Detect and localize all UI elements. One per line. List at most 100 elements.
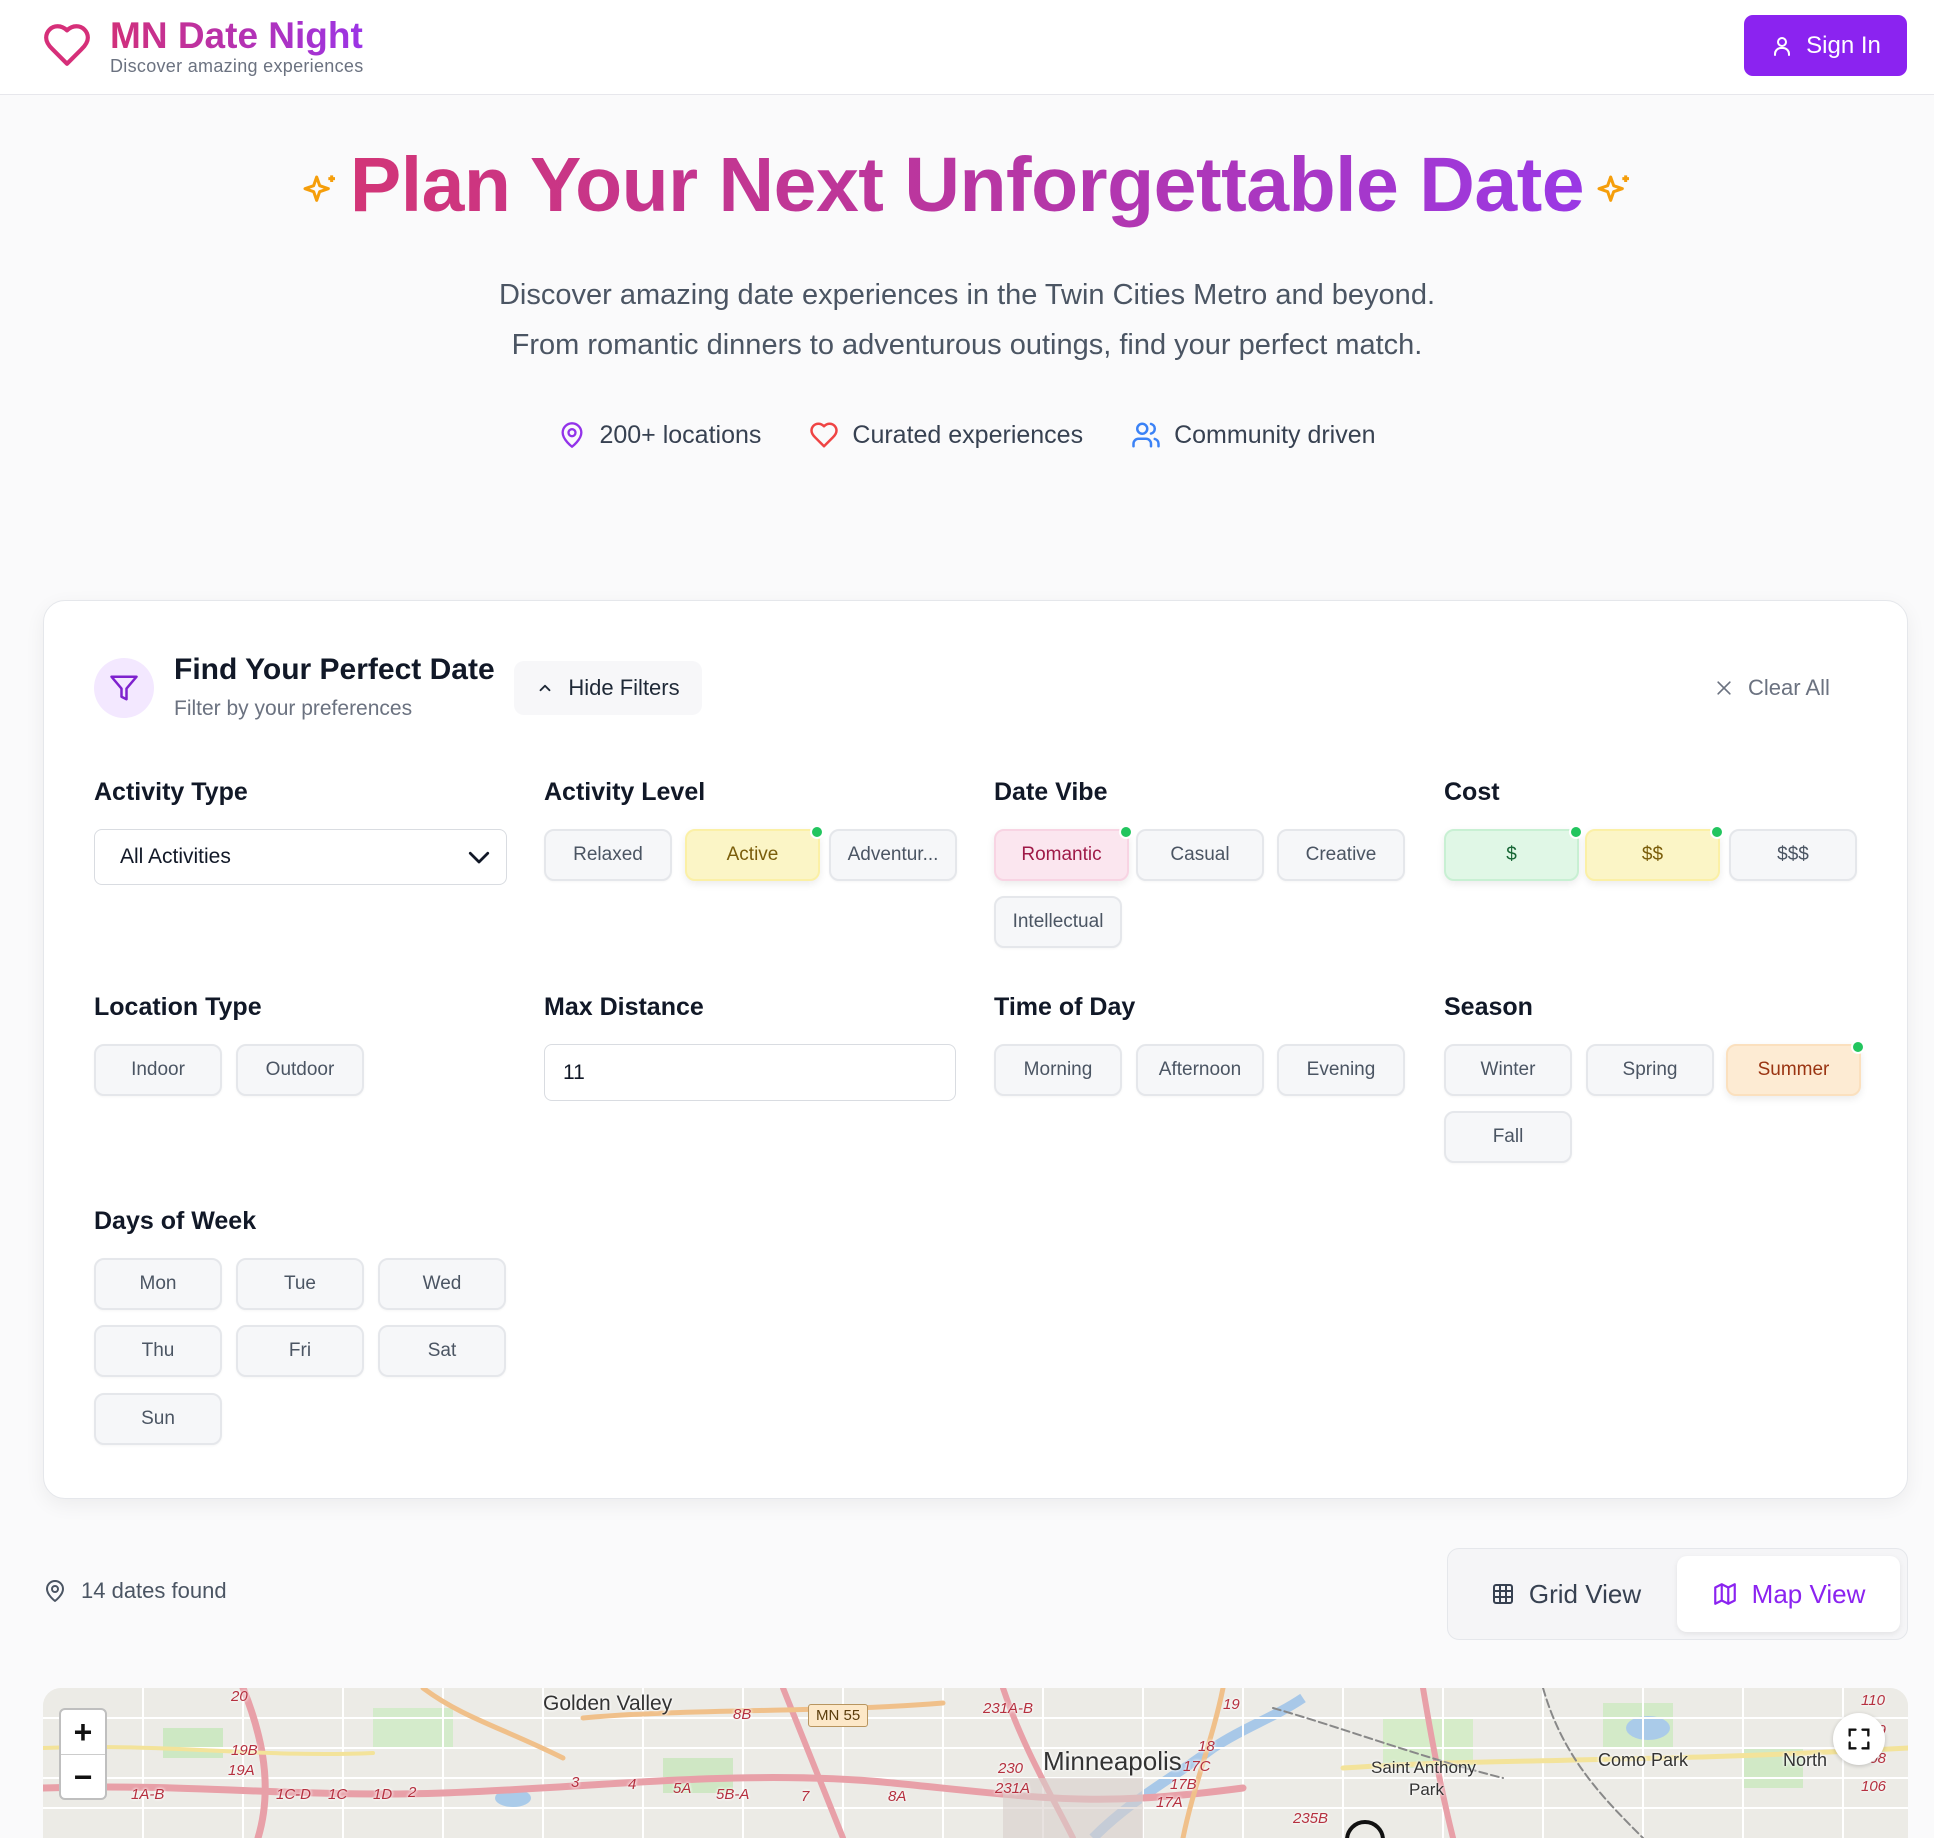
chip-outdoor[interactable]: Outdoor bbox=[236, 1044, 364, 1096]
road-label: 5B-A bbox=[716, 1786, 750, 1803]
road-label: 1D bbox=[373, 1786, 393, 1803]
map-view-button[interactable]: Map View bbox=[1677, 1556, 1900, 1632]
chip-adventurous[interactable]: Adventur... bbox=[829, 829, 957, 881]
filter-badge bbox=[94, 658, 154, 718]
cost-label: Cost bbox=[1444, 778, 1500, 806]
chevron-up-icon bbox=[539, 684, 551, 692]
chip-tue[interactable]: Tue bbox=[236, 1258, 364, 1310]
stat-locations: 200+ locations bbox=[558, 421, 761, 450]
road-label: 18 bbox=[1198, 1738, 1215, 1755]
chip-wed[interactable]: Wed bbox=[378, 1258, 506, 1310]
map-label-park: Park bbox=[1409, 1780, 1444, 1799]
clear-all-button[interactable]: Clear All bbox=[1714, 661, 1830, 715]
filter-title: Find Your Perfect Date bbox=[174, 653, 495, 686]
road-label: 235B bbox=[1293, 1810, 1329, 1827]
chip-casual[interactable]: Casual bbox=[1136, 829, 1264, 881]
road-label: 19 bbox=[1223, 1696, 1240, 1713]
road-label: 7 bbox=[801, 1788, 810, 1805]
filter-panel: Find Your Perfect Date Filter by your pr… bbox=[43, 600, 1908, 1499]
chip-mon[interactable]: Mon bbox=[94, 1258, 222, 1310]
hide-filters-button[interactable]: Hide Filters bbox=[514, 661, 702, 715]
chip-sun[interactable]: Sun bbox=[94, 1393, 222, 1445]
map-label-north: North bbox=[1783, 1750, 1828, 1770]
selected-dot bbox=[810, 825, 824, 839]
max-distance-input[interactable] bbox=[544, 1044, 956, 1101]
chip-winter[interactable]: Winter bbox=[1444, 1044, 1572, 1096]
chip-intellectual[interactable]: Intellectual bbox=[994, 896, 1122, 948]
road-label: 17A bbox=[1156, 1794, 1183, 1811]
road-label: 19B bbox=[231, 1742, 258, 1759]
fullscreen-button[interactable] bbox=[1833, 1713, 1885, 1765]
road-label: 20 bbox=[231, 1688, 248, 1705]
road-label: 230 bbox=[998, 1760, 1024, 1777]
users-icon bbox=[1132, 422, 1160, 448]
selected-dot bbox=[1851, 1040, 1865, 1054]
chip-evening[interactable]: Evening bbox=[1277, 1044, 1405, 1096]
heart-logo-icon[interactable] bbox=[42, 20, 92, 70]
zoom-out-button[interactable]: − bbox=[61, 1755, 105, 1798]
zoom-control: + − bbox=[59, 1708, 107, 1800]
hero-stats: 200+ locations Curated experiences Commu… bbox=[0, 415, 1934, 455]
map-label-golden-valley: Golden Valley bbox=[543, 1692, 673, 1715]
selected-dot bbox=[1710, 825, 1724, 839]
funnel-icon bbox=[110, 675, 138, 701]
map-label-minneapolis: Minneapolis bbox=[1043, 1746, 1182, 1776]
road-label: 1C-D bbox=[276, 1786, 312, 1803]
grid-view-button[interactable]: Grid View bbox=[1456, 1556, 1676, 1632]
road-label: 106 bbox=[1861, 1778, 1887, 1795]
sparkle-icon bbox=[303, 175, 335, 202]
map-view-label: Map View bbox=[1751, 1578, 1866, 1609]
chip-cost-2[interactable]: $$ bbox=[1585, 825, 1724, 881]
activity-type-value: All Activities bbox=[120, 845, 231, 868]
chip-label: Summer bbox=[1757, 1059, 1830, 1080]
map-icon bbox=[1713, 1583, 1736, 1605]
road-label: 231A-B bbox=[983, 1700, 1034, 1717]
road-label: 3 bbox=[571, 1774, 580, 1791]
chip-romantic[interactable]: Romantic bbox=[994, 825, 1133, 881]
clear-all-label: Clear All bbox=[1748, 675, 1830, 700]
chip-creative[interactable]: Creative bbox=[1277, 829, 1405, 881]
chip-afternoon[interactable]: Afternoon bbox=[1136, 1044, 1264, 1096]
hero-description: Discover amazing date experiences in the… bbox=[0, 270, 1934, 370]
chip-active[interactable]: Active bbox=[685, 825, 824, 881]
chip-thu[interactable]: Thu bbox=[94, 1325, 222, 1377]
hide-filters-label: Hide Filters bbox=[568, 675, 680, 700]
user-icon bbox=[1774, 36, 1791, 56]
chip-label: Active bbox=[726, 844, 779, 865]
sign-in-button[interactable]: Sign In bbox=[1744, 15, 1907, 76]
chip-indoor[interactable]: Indoor bbox=[94, 1044, 222, 1096]
road-label: 2 bbox=[408, 1784, 417, 1801]
date-vibe-label: Date Vibe bbox=[994, 778, 1108, 806]
zoom-in-button[interactable]: + bbox=[61, 1710, 105, 1755]
chip-cost-1[interactable]: $ bbox=[1444, 825, 1583, 881]
view-toggle: Grid View Map View bbox=[1447, 1548, 1908, 1640]
chip-spring[interactable]: Spring bbox=[1586, 1044, 1714, 1096]
hero-description-line1: Discover amazing date experiences in the… bbox=[498, 279, 1435, 311]
fullscreen-icon bbox=[1848, 1728, 1870, 1750]
chip-summer[interactable]: Summer bbox=[1726, 1040, 1865, 1096]
grid-icon bbox=[1492, 1584, 1513, 1604]
grid-view-label: Grid View bbox=[1528, 1578, 1642, 1609]
activity-type-select[interactable]: All Activities bbox=[94, 829, 507, 885]
chip-sat[interactable]: Sat bbox=[378, 1325, 506, 1377]
stat-curated: Curated experiences bbox=[809, 420, 1083, 450]
map-view[interactable]: Golden Valley MN 55 Minneapolis Saint An… bbox=[43, 1688, 1908, 1838]
hero-heading: Plan Your Next Unforgettable Date bbox=[0, 140, 1934, 230]
road-label: 231A bbox=[995, 1780, 1031, 1797]
road-label: 110 bbox=[1861, 1692, 1885, 1709]
chip-fri[interactable]: Fri bbox=[236, 1325, 364, 1377]
results-count-text: 14 dates found bbox=[81, 1578, 227, 1603]
hero-description-line2: From romantic dinners to adventurous out… bbox=[511, 329, 1423, 361]
filter-subtitle: Filter by your preferences bbox=[174, 697, 413, 720]
chip-fall[interactable]: Fall bbox=[1444, 1111, 1572, 1163]
road-label: 17B bbox=[1170, 1776, 1197, 1793]
activity-type-label: Activity Type bbox=[94, 778, 248, 806]
brand-title[interactable]: MN Date Night bbox=[110, 14, 363, 58]
chip-relaxed[interactable]: Relaxed bbox=[544, 829, 672, 881]
chip-morning[interactable]: Morning bbox=[994, 1044, 1122, 1096]
chip-cost-3[interactable]: $$$ bbox=[1729, 829, 1857, 881]
map-label-saint-anthony: Saint Anthony bbox=[1371, 1758, 1476, 1777]
sign-in-label: Sign In bbox=[1806, 31, 1881, 59]
activity-level-label: Activity Level bbox=[544, 778, 706, 806]
days-of-week-label: Days of Week bbox=[94, 1207, 257, 1235]
